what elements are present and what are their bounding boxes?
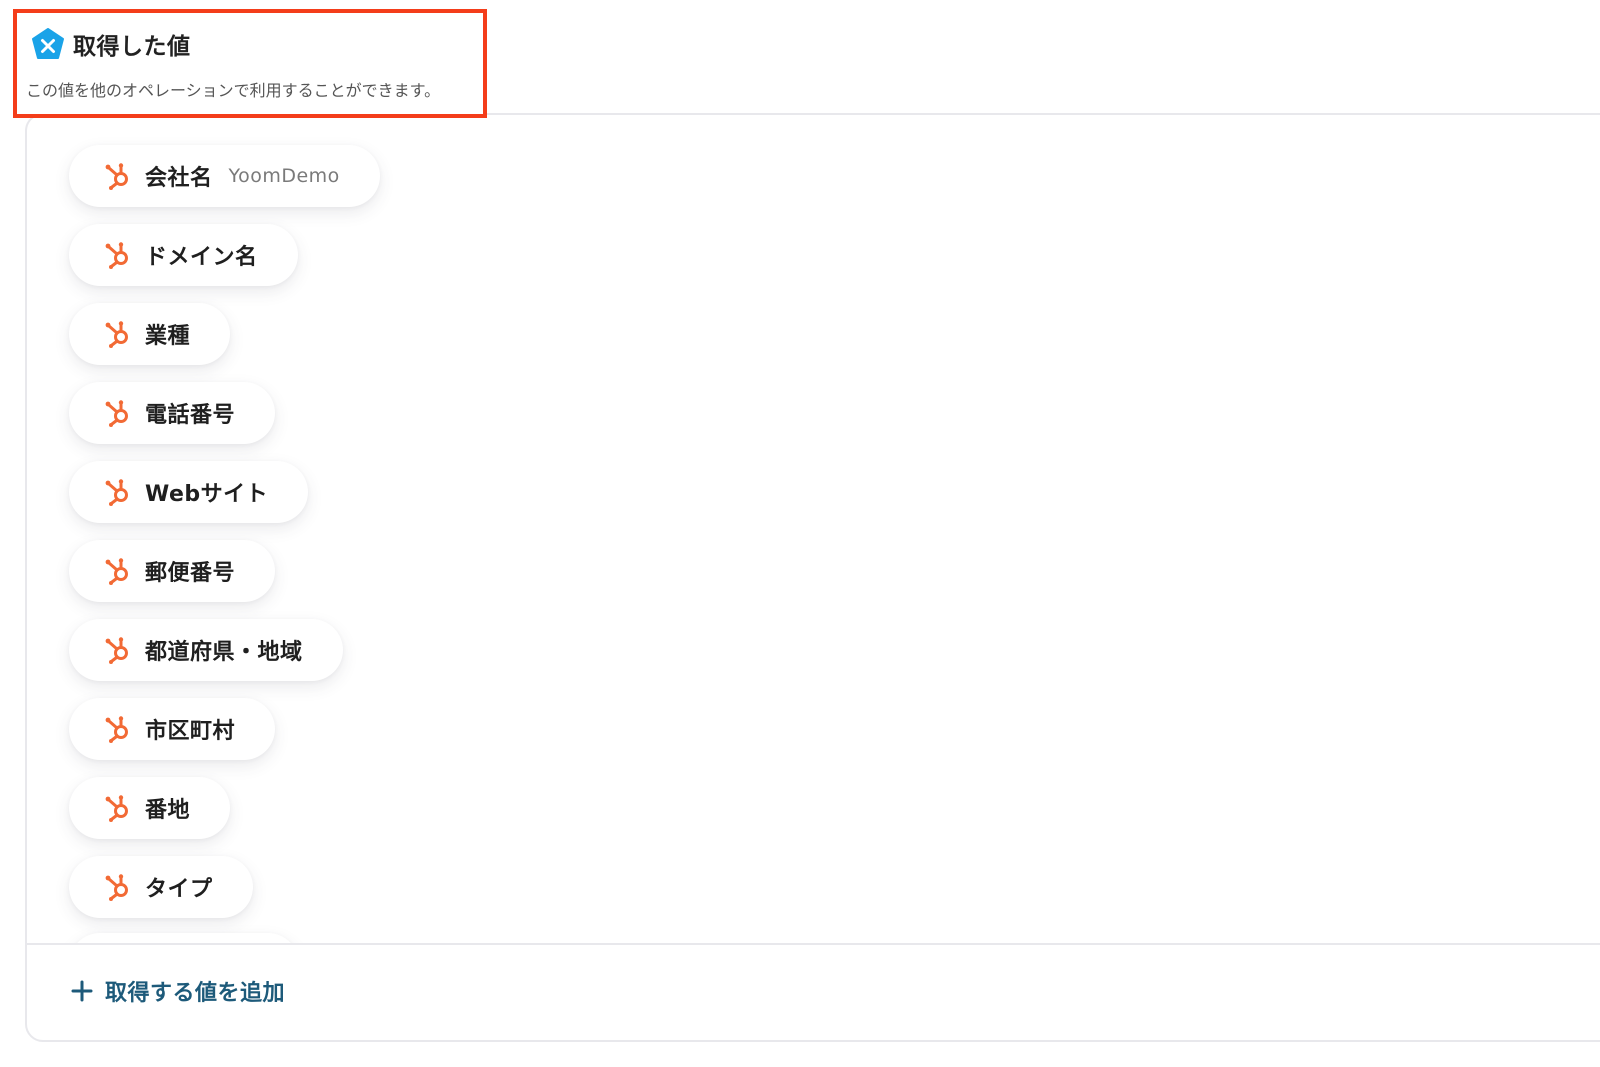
field-chip-website[interactable]: Webサイト	[69, 461, 309, 523]
hubspot-icon	[105, 242, 128, 269]
hubspot-icon	[105, 163, 128, 190]
hubspot-icon	[105, 716, 128, 743]
field-label: 都道府県・地域	[145, 640, 303, 665]
fields-panel: 会社名 YoomDemo ドメイン名 業種 電話番号 Webサイト 郵便番号 都…	[25, 113, 1600, 1042]
yoom-logo-icon	[32, 28, 64, 59]
hubspot-icon	[105, 479, 128, 506]
header-row: 取得した値	[31, 27, 191, 61]
header-description: この値を他のオペレーションで利用することができます。	[26, 81, 441, 100]
field-label: Webサイト	[145, 482, 269, 507]
field-chip-phone-number[interactable]: 電話番号	[69, 382, 276, 444]
field-chip-partial[interactable]	[69, 933, 299, 943]
field-chip-domain-name[interactable]: ドメイン名	[69, 224, 298, 286]
field-chip-type[interactable]: タイプ	[69, 856, 253, 918]
hubspot-icon	[105, 400, 128, 427]
field-chip-prefecture-region[interactable]: 都道府県・地域	[69, 619, 343, 681]
header-title: 取得した値	[73, 34, 191, 60]
highlight-box: 取得した値 この値を他のオペレーションで利用することができます。	[13, 9, 487, 118]
field-chip-street-address[interactable]: 番地	[69, 777, 231, 839]
field-label: タイプ	[145, 877, 213, 902]
field-label: 会社名	[145, 166, 213, 191]
hubspot-icon	[105, 637, 128, 664]
field-value: YoomDemo	[228, 165, 340, 187]
field-label: 電話番号	[145, 403, 236, 428]
hubspot-icon	[105, 321, 128, 348]
add-value-button[interactable]: 取得する値を追加	[71, 975, 285, 1007]
field-chip-industry[interactable]: 業種	[69, 303, 231, 365]
field-chip-postal-code[interactable]: 郵便番号	[69, 540, 276, 602]
footer-divider	[27, 943, 1600, 945]
field-label: 市区町村	[145, 719, 236, 744]
field-chip-company-name[interactable]: 会社名 YoomDemo	[69, 145, 380, 207]
plus-icon	[71, 980, 93, 1002]
field-label: 郵便番号	[145, 561, 236, 586]
hubspot-icon	[105, 795, 128, 822]
add-value-label: 取得する値を追加	[105, 981, 286, 1006]
hubspot-icon	[105, 874, 128, 901]
page: 取得した値 この値を他のオペレーションで利用することができます。 会社名 Yoo…	[0, 0, 1600, 1067]
field-label: 番地	[145, 798, 191, 823]
field-label: 業種	[145, 324, 191, 349]
hubspot-icon	[105, 558, 128, 585]
fields-list[interactable]: 会社名 YoomDemo ドメイン名 業種 電話番号 Webサイト 郵便番号 都…	[27, 115, 1600, 943]
field-chip-city[interactable]: 市区町村	[69, 698, 276, 760]
field-label: ドメイン名	[145, 245, 258, 270]
